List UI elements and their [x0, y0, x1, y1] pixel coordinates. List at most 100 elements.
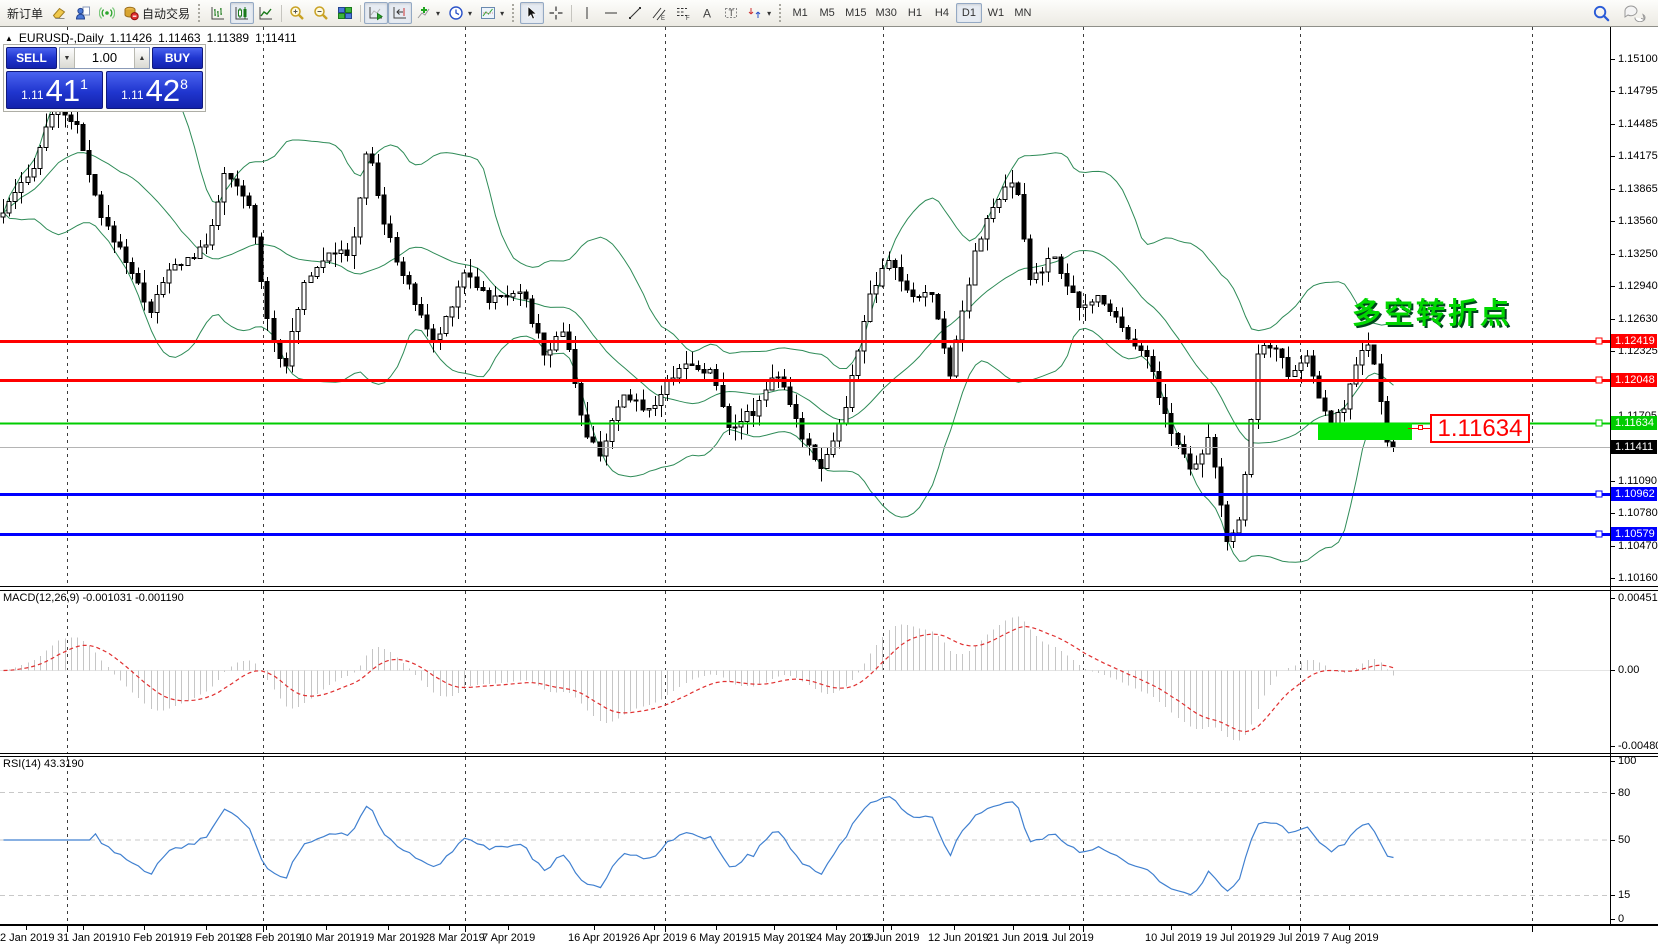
ohlc-high: 1.11463	[158, 31, 201, 45]
price-tick-label: 1.11090	[1610, 474, 1658, 488]
text-label-icon: T	[723, 5, 739, 21]
date-tick-mark	[716, 926, 717, 930]
price-tick-label: 1.14795	[1610, 84, 1658, 98]
highlight-zone[interactable]	[1318, 423, 1412, 440]
autotrade-button[interactable]: 自动交易	[119, 2, 194, 24]
volume-decrease-button[interactable]: ▼	[60, 48, 75, 68]
date-label: 26 Apr 2019	[628, 932, 687, 944]
periods-button[interactable]: ▾	[444, 2, 476, 24]
date-label: 3 Jun 2019	[865, 932, 919, 944]
sell-button[interactable]: SELL	[6, 47, 57, 69]
text-label-button[interactable]: T	[719, 2, 743, 24]
date-label: 19 Mar 2019	[362, 932, 424, 944]
fibonacci-button[interactable]: F	[671, 2, 695, 24]
date-grid-tick	[67, 926, 68, 932]
date-grid-tick	[665, 926, 666, 932]
line-chart-button[interactable]	[254, 2, 278, 24]
toolbar-separator	[571, 5, 572, 22]
level-callout-box[interactable]: 1.11634	[1430, 414, 1530, 443]
timeframe-w1[interactable]: W1	[983, 3, 1009, 23]
zoom-in-icon	[289, 5, 305, 21]
callout-handle[interactable]	[1418, 425, 1423, 430]
date-tick-mark	[1349, 926, 1350, 930]
price-axis[interactable]: 1.151001.147951.144851.141751.138651.135…	[1610, 27, 1658, 924]
timeframe-h1[interactable]: H1	[902, 3, 928, 23]
rsi-label: RSI(14) 43.3190	[3, 758, 84, 770]
price-tick-label: 80	[1610, 786, 1658, 800]
zoom-out-button[interactable]	[309, 2, 333, 24]
crosshair-button[interactable]	[544, 2, 568, 24]
candlestick-chart-icon	[234, 5, 250, 21]
buy-price-box[interactable]: 1.11428	[106, 71, 203, 109]
crosshair-icon	[548, 5, 564, 21]
rsi-panel[interactable]	[0, 757, 1610, 924]
volume-input[interactable]: 1.00	[75, 48, 134, 68]
auto-scroll-button[interactable]	[364, 2, 388, 24]
new-order-button[interactable]: 新订单	[3, 2, 47, 24]
zoom-in-button[interactable]	[285, 2, 309, 24]
timeframe-m5[interactable]: M5	[814, 3, 840, 23]
sell-price-box[interactable]: 1.11411	[6, 71, 103, 109]
tile-windows-button[interactable]	[333, 2, 357, 24]
templates-button[interactable]: ▾	[476, 2, 508, 24]
date-tick-mark	[836, 926, 837, 930]
macd-panel[interactable]	[0, 591, 1610, 753]
bar-chart-icon	[210, 5, 226, 21]
signal-button[interactable]	[95, 2, 119, 24]
chevron-down-icon[interactable]: ▾	[500, 9, 504, 18]
svg-text:A: A	[703, 7, 711, 21]
price-tick-label: 0.004517	[1610, 591, 1658, 605]
date-tick-mark	[594, 926, 595, 930]
trendline-button[interactable]	[623, 2, 647, 24]
chevron-down-icon[interactable]: ▾	[468, 9, 472, 18]
date-grid-tick	[465, 926, 466, 932]
text-icon: A	[699, 5, 715, 21]
candlestick-chart-button[interactable]	[230, 2, 254, 24]
zoom-out-icon	[313, 5, 329, 21]
timeframe-mn[interactable]: MN	[1010, 3, 1036, 23]
chart-shift-button[interactable]	[388, 2, 412, 24]
level-line-handle[interactable]	[1596, 491, 1602, 497]
panel-separator[interactable]	[0, 753, 1658, 757]
timeframe-m30[interactable]: M30	[872, 3, 901, 23]
arrows-button[interactable]: ▾	[743, 2, 775, 24]
timeframe-m1[interactable]: M1	[787, 3, 813, 23]
cursor-button[interactable]	[520, 2, 544, 24]
chat-icon[interactable]	[1623, 4, 1647, 22]
date-tick-mark	[954, 926, 955, 930]
horizontal-line-button[interactable]	[599, 2, 623, 24]
profile-icon	[75, 5, 91, 21]
profile-button[interactable]	[71, 2, 95, 24]
date-axis[interactable]: 2 Jan 201931 Jan 201910 Feb 201919 Feb 2…	[0, 926, 1658, 949]
chart-shift-icon	[392, 5, 408, 21]
bar-chart-button[interactable]	[206, 2, 230, 24]
buy-button[interactable]: BUY	[152, 47, 203, 69]
level-line-handle[interactable]	[1596, 377, 1602, 383]
sell-price-big: 41	[46, 75, 80, 106]
arrows-icon	[747, 5, 763, 21]
text-button[interactable]: A	[695, 2, 719, 24]
price-tick-label: 1.13865	[1610, 182, 1658, 196]
price-tick-label: 1.14175	[1610, 149, 1658, 163]
level-line-handle[interactable]	[1596, 420, 1602, 426]
volume-increase-button[interactable]: ▲	[134, 48, 149, 68]
vertical-line-button[interactable]	[575, 2, 599, 24]
chevron-down-icon[interactable]: ▾	[767, 9, 771, 18]
eraser-button[interactable]	[47, 2, 71, 24]
main-toolbar: 新订单 自动交易	[0, 0, 1658, 27]
date-label: 15 May 2019	[748, 932, 812, 944]
timeframe-d1[interactable]: D1	[956, 3, 982, 23]
level-line-handle[interactable]	[1596, 338, 1602, 344]
chevron-down-icon[interactable]: ▾	[436, 9, 440, 18]
toolbar-grip	[779, 4, 783, 22]
templates-icon	[480, 5, 496, 21]
panel-separator[interactable]	[0, 586, 1658, 591]
level-line-handle[interactable]	[1596, 531, 1602, 537]
timeframe-h4[interactable]: H4	[929, 3, 955, 23]
search-icon[interactable]	[1592, 4, 1611, 23]
bollinger-band-line	[4, 60, 1394, 369]
equidistant-channel-button[interactable]: E	[647, 2, 671, 24]
timeframe-m15[interactable]: M15	[841, 3, 870, 23]
indicators-button[interactable]: ▾	[412, 2, 444, 24]
cursor-icon	[524, 5, 540, 21]
